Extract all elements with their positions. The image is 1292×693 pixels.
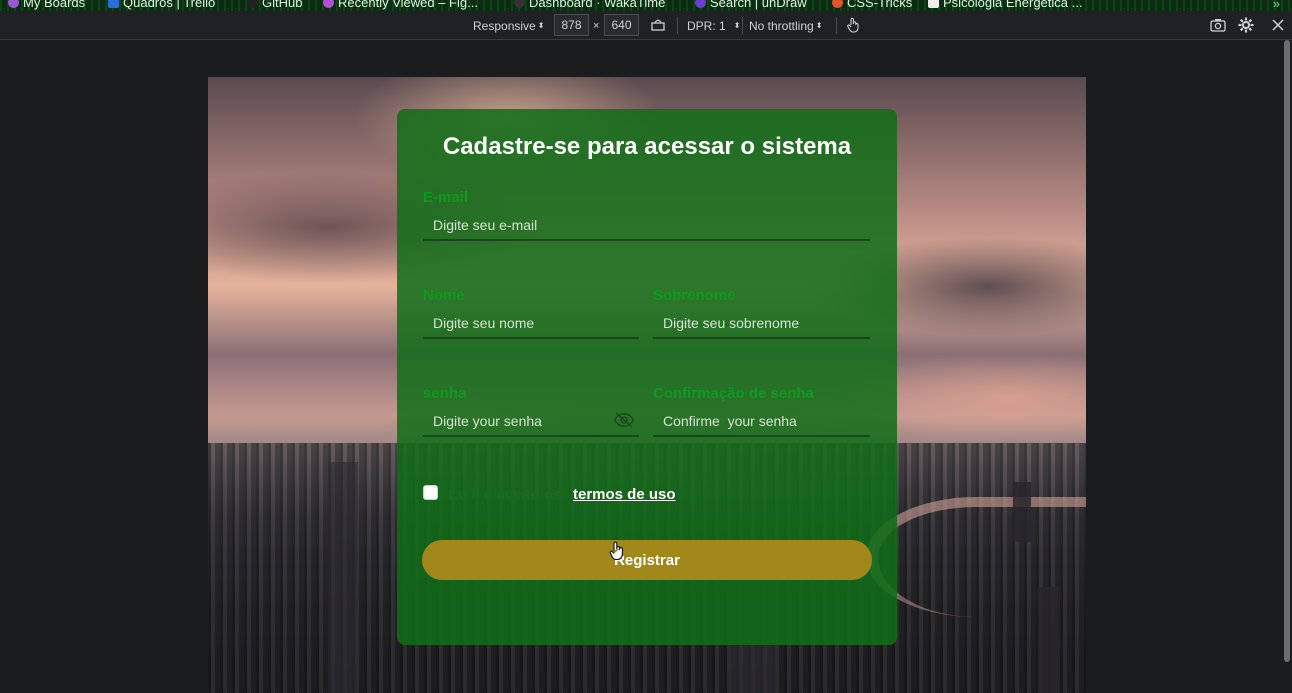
- dpr-select[interactable]: DPR: 1 ⬍: [687, 11, 740, 40]
- bookmark-label: Quadros | Trello: [123, 0, 216, 10]
- bookmark-label: Search | unDraw: [710, 0, 807, 10]
- bookmark-trello[interactable]: Quadros | Trello: [108, 0, 215, 10]
- more-bookmarks-icon[interactable]: »: [1273, 0, 1280, 11]
- senha-input[interactable]: [423, 407, 639, 437]
- close-icon[interactable]: [1269, 16, 1287, 34]
- dimension-separator: ×: [593, 19, 600, 32]
- css-tricks-icon: [832, 0, 843, 8]
- device-toolbar: Responsive ⬍ 878 × 640 DPR: 1 ⬍ No throttl…: [0, 11, 1292, 40]
- sobrenome-input[interactable]: [653, 309, 870, 339]
- device-mode-select[interactable]: Responsive ⬍: [473, 11, 544, 40]
- updown-caret-icon: ⬍: [815, 21, 823, 30]
- bookmark-css-tricks[interactable]: CSS-Tricks: [832, 0, 912, 10]
- throttling-select[interactable]: No throttling ⬍: [749, 11, 822, 40]
- updown-caret-icon: ⬍: [537, 21, 545, 30]
- bookmark-label: Dashboard · WakaTime: [529, 0, 666, 10]
- touch-icon[interactable]: [844, 16, 862, 34]
- toolbar-divider: [742, 17, 743, 34]
- toolbar-divider: [836, 17, 837, 34]
- dpr-label: DPR: 1: [687, 18, 726, 33]
- email-label: E-mail: [423, 189, 469, 206]
- throttling-label: No throttling: [749, 18, 814, 33]
- updown-caret-icon: ⬍: [733, 21, 741, 30]
- hand-cursor-icon: [609, 541, 625, 561]
- bookmark-label: My Boards: [23, 0, 86, 10]
- toolbar-divider: [677, 17, 678, 34]
- bookmark-wakatime[interactable]: Dashboard · WakaTime: [514, 0, 665, 10]
- scrollbar[interactable]: [1284, 40, 1290, 662]
- rotate-icon[interactable]: [649, 16, 667, 34]
- wakatime-icon: [514, 0, 525, 8]
- bookmark-github[interactable]: GitHub: [247, 0, 302, 10]
- email-input[interactable]: [423, 211, 870, 241]
- bookmarks-bar: My Boards Quadros | Trello GitHub Recent…: [0, 0, 1292, 11]
- nome-label: Nome: [423, 287, 465, 304]
- terms-checkbox[interactable]: [423, 485, 438, 500]
- bookmark-favicon: [108, 0, 119, 8]
- page-icon: [928, 0, 939, 8]
- sobrenome-label: Sobrenome: [653, 287, 736, 304]
- bookmark-undraw[interactable]: Search | unDraw: [695, 0, 807, 10]
- bookmark-favicon: [8, 0, 19, 8]
- terms-link[interactable]: termos de uso: [573, 486, 676, 503]
- device-mode-label: Responsive: [473, 18, 536, 33]
- bookmark-label: Psicologia Energética ...: [943, 0, 1083, 10]
- bookmark-figma[interactable]: Recently Viewed – Fig...: [323, 0, 478, 10]
- building: [328, 462, 358, 693]
- bookmark-label: GitHub: [262, 0, 303, 10]
- bookmark-label: CSS-Tricks: [847, 0, 913, 10]
- nome-input[interactable]: [423, 309, 639, 339]
- settings-icon[interactable]: [1237, 16, 1255, 34]
- figma-icon: [323, 0, 334, 8]
- bookmark-my-boards[interactable]: My Boards: [8, 0, 85, 10]
- eye-off-icon[interactable]: [613, 412, 635, 428]
- height-input[interactable]: 640: [604, 14, 639, 36]
- confirmacao-input[interactable]: [653, 407, 870, 437]
- github-icon: [247, 0, 258, 8]
- undraw-icon: [695, 0, 706, 8]
- bookmark-psicologia[interactable]: Psicologia Energética ...: [928, 0, 1082, 10]
- width-input[interactable]: 878: [554, 14, 589, 36]
- terms-text: Eu li e aceito os: [448, 486, 562, 503]
- confirmacao-label: Confirmação de senha: [653, 385, 814, 402]
- register-card: Cadastre-se para acessar o sistema E-mai…: [397, 109, 897, 645]
- register-button[interactable]: Registrar: [422, 540, 872, 580]
- form-title: Cadastre-se para acessar o sistema: [442, 133, 852, 160]
- bookmark-label: Recently Viewed – Fig...: [338, 0, 478, 10]
- building: [1038, 587, 1060, 693]
- senha-label: senha: [423, 385, 467, 402]
- building: [1013, 482, 1031, 542]
- screenshot-icon[interactable]: [1209, 16, 1227, 34]
